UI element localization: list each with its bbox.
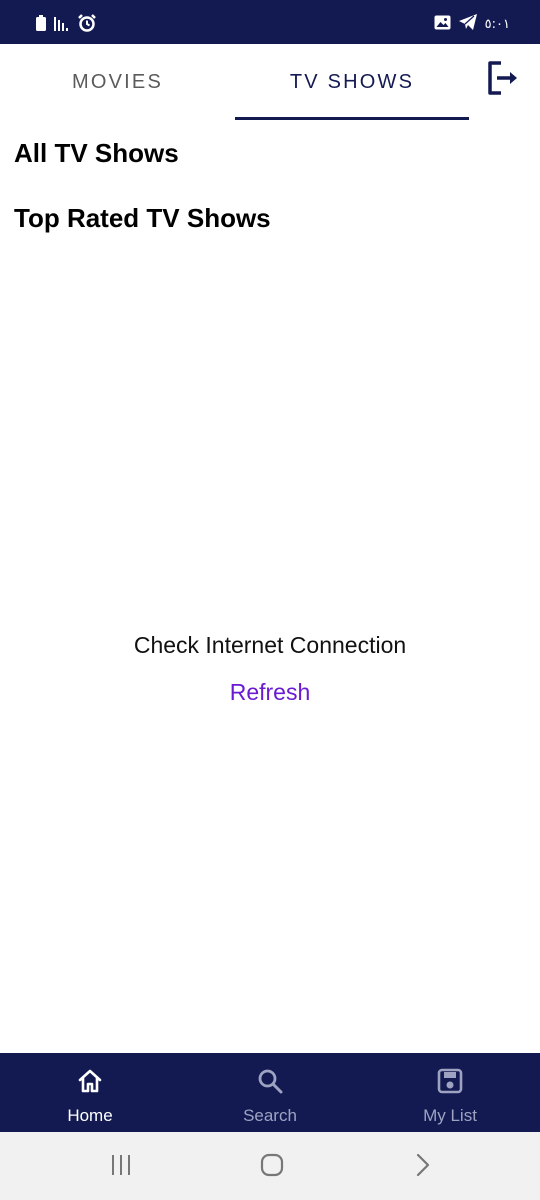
tab-movies[interactable]: MOVIES [0, 44, 235, 120]
home-icon [76, 1067, 104, 1100]
recents-icon [108, 1153, 134, 1182]
alarm-icon [78, 14, 96, 37]
back-icon [412, 1152, 434, 1183]
nav-label-search: Search [243, 1106, 297, 1125]
save-icon [436, 1067, 464, 1100]
status-bar: ٥:٠١ [0, 0, 540, 44]
status-right-icons: ٥:٠١ [434, 14, 510, 35]
recents-button[interactable] [106, 1154, 136, 1180]
tab-indicator [235, 117, 469, 120]
status-time: ٥:٠١ [484, 17, 510, 32]
back-button[interactable] [408, 1152, 438, 1183]
system-navigation-bar [0, 1132, 540, 1200]
search-icon [256, 1067, 284, 1100]
error-message: Check Internet Connection [133, 632, 407, 658]
nav-item-home[interactable]: Home [0, 1053, 180, 1132]
gallery-icon [434, 15, 451, 35]
bottom-navigation: Home Search My List [0, 1053, 540, 1132]
signal-icon [54, 15, 70, 36]
nav-item-my-list[interactable]: My List [360, 1053, 540, 1132]
section-title-all-tv-shows: All TV Shows [14, 138, 179, 168]
status-left-icons [36, 14, 96, 37]
section-title-top-rated: Top Rated TV Shows [14, 203, 271, 233]
nav-item-search[interactable]: Search [180, 1053, 360, 1132]
nav-label-my-list: My List [423, 1106, 477, 1125]
telegram-icon [458, 14, 477, 35]
top-tab-bar: MOVIES TV SHOWS [0, 44, 540, 122]
tab-tv-shows[interactable]: TV SHOWS [235, 44, 469, 120]
refresh-button[interactable]: Refresh [200, 674, 340, 710]
home-circle-icon [259, 1152, 285, 1183]
system-home-button[interactable] [257, 1152, 287, 1183]
logout-button[interactable] [484, 58, 524, 98]
nav-label-home: Home [67, 1106, 113, 1125]
battery-icon [36, 15, 46, 36]
logout-icon [484, 61, 524, 102]
